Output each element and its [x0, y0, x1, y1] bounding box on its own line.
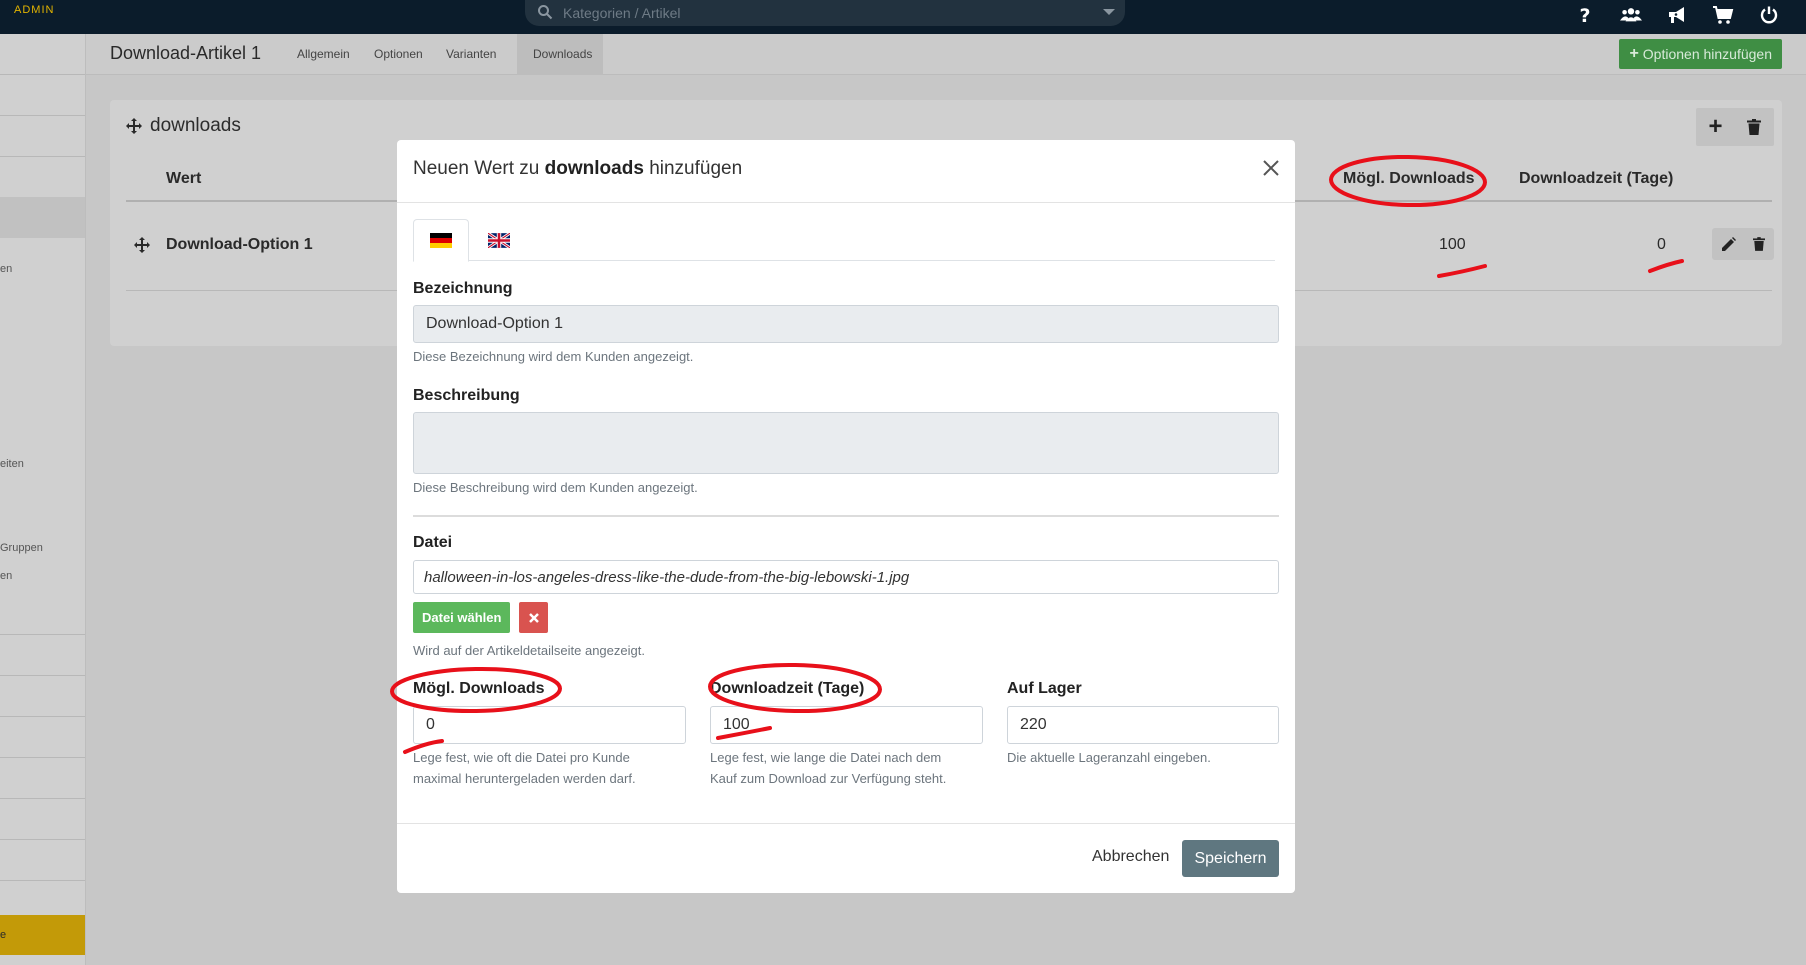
sidebar-item-label[interactable]: en	[0, 570, 12, 582]
megaphone-icon[interactable]	[1654, 2, 1700, 28]
trash-icon[interactable]	[1747, 119, 1762, 135]
save-button[interactable]: Speichern	[1182, 840, 1279, 877]
file-input[interactable]	[413, 560, 1279, 594]
sidebar-item-label: e	[0, 929, 7, 941]
name-input[interactable]	[413, 305, 1279, 343]
uk-flag-icon	[488, 232, 510, 248]
tab-language-en[interactable]	[471, 219, 527, 261]
move-icon[interactable]	[126, 118, 142, 134]
chevron-down-icon[interactable]	[1103, 9, 1115, 15]
modal-title-bold: downloads	[544, 158, 644, 179]
description-help: Diese Beschreibung wird dem Kunden angez…	[413, 480, 698, 495]
modal-footer-divider	[397, 823, 1295, 824]
download-time-input[interactable]	[710, 706, 983, 744]
max-downloads-label: Mögl. Downloads	[413, 680, 545, 697]
add-value-modal: Neuen Wert zu downloads hinzufügen Bezei…	[397, 140, 1295, 893]
file-label: Datei	[413, 534, 453, 551]
modal-title-prefix: Neuen Wert zu	[413, 158, 540, 179]
trash-icon[interactable]	[1753, 237, 1766, 251]
file-help: Wird auf der Artikeldetailseite angezeig…	[413, 643, 645, 658]
users-icon[interactable]	[1608, 2, 1654, 28]
download-time-label: Downloadzeit (Tage)	[710, 680, 865, 697]
sidebar-item-highlighted[interactable]: e	[0, 915, 85, 955]
panel-title: downloads	[150, 115, 241, 136]
name-help: Diese Bezeichnung wird dem Kunden angeze…	[413, 349, 694, 364]
stock-label: Auf Lager	[1007, 680, 1082, 697]
section-divider	[413, 515, 1279, 517]
row-downloads: 100	[1439, 236, 1466, 253]
sidebar-item-active[interactable]	[0, 197, 85, 238]
admin-label: ADMIN	[14, 4, 55, 16]
tab-downloads[interactable]: Downloads	[533, 47, 592, 61]
close-icon[interactable]	[1261, 158, 1281, 178]
remove-file-button[interactable]	[519, 602, 548, 633]
tab-language-de[interactable]	[413, 219, 469, 262]
plus-icon: +	[1629, 45, 1639, 62]
sidebar-item-label[interactable]: en	[0, 263, 12, 275]
german-flag-icon	[430, 233, 452, 248]
language-tabs	[413, 219, 1275, 262]
download-time-help-2: Kauf zum Download zur Verfügung steht.	[710, 771, 947, 786]
edit-icon[interactable]	[1721, 236, 1736, 252]
search-input[interactable]	[563, 3, 1083, 23]
tab-optionen[interactable]: Optionen	[374, 47, 423, 61]
search-box[interactable]	[525, 0, 1125, 26]
add-options-label: Optionen hinzufügen	[1642, 46, 1772, 62]
sidebar-item-label[interactable]: Gruppen	[0, 542, 43, 554]
row-value: Download-Option 1	[166, 236, 313, 253]
description-textarea[interactable]	[413, 412, 1279, 474]
close-icon	[528, 612, 539, 623]
max-downloads-help-1: Lege fest, wie oft die Datei pro Kunde	[413, 750, 630, 765]
tab-varianten[interactable]: Varianten	[446, 47, 496, 61]
max-downloads-input[interactable]	[413, 706, 686, 744]
stock-help: Die aktuelle Lageranzahl eingeben.	[1007, 750, 1211, 765]
modal-title-suffix: hinzufügen	[649, 158, 743, 179]
sidebar-item-label[interactable]: eiten	[0, 458, 24, 470]
column-header-value: Wert	[166, 170, 202, 187]
modal-title: Neuen Wert zu downloads hinzufügen	[413, 158, 742, 180]
article-subheader: Download-Artikel 1 Allgemein Optionen Va…	[86, 34, 1806, 75]
panel-actions: +	[1696, 108, 1774, 146]
add-options-button[interactable]: + Optionen hinzufügen	[1619, 39, 1782, 69]
cancel-button[interactable]: Abbrechen	[1092, 848, 1169, 866]
stock-input[interactable]	[1007, 706, 1279, 744]
tab-allgemein[interactable]: Allgemein	[297, 47, 350, 61]
add-icon[interactable]: +	[1708, 113, 1722, 141]
row-actions	[1712, 228, 1774, 260]
max-downloads-help-2: maximal heruntergeladen werden darf.	[413, 771, 636, 786]
cart-icon[interactable]	[1700, 2, 1746, 28]
svg-text:?: ?	[1579, 5, 1590, 25]
page-title: Download-Artikel 1	[110, 43, 262, 63]
description-label: Beschreibung	[413, 387, 520, 404]
move-icon[interactable]	[134, 237, 150, 253]
help-icon[interactable]: ?	[1562, 2, 1608, 28]
power-icon[interactable]	[1746, 2, 1792, 28]
choose-file-button[interactable]: Datei wählen	[413, 602, 511, 633]
column-header-download-time: Downloadzeit (Tage)	[1519, 170, 1674, 187]
name-label: Bezeichnung	[413, 280, 513, 297]
search-icon	[538, 5, 553, 20]
modal-header-divider	[397, 202, 1295, 203]
top-navbar: ADMIN ?	[0, 0, 1806, 34]
download-time-help-1: Lege fest, wie lange die Datei nach dem	[710, 750, 942, 765]
column-header-downloads: Mögl. Downloads	[1343, 170, 1475, 187]
row-download-time: 0	[1657, 236, 1666, 253]
sidebar: en eiten Gruppen en e	[0, 34, 86, 965]
